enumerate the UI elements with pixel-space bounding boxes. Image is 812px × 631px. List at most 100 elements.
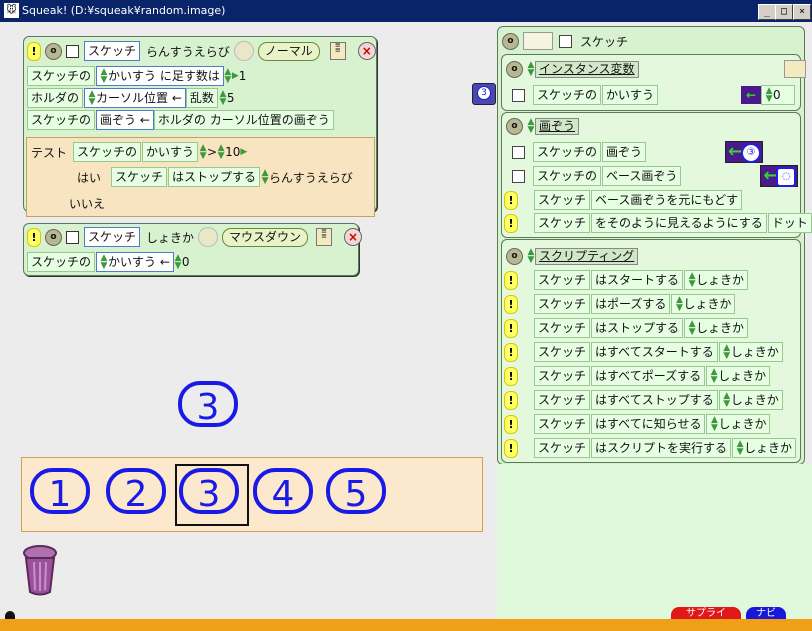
init-prefix[interactable]: スケッチの	[27, 252, 96, 272]
holder-item-1[interactable]: 1	[28, 465, 92, 517]
updown-arrow-icon[interactable]: ▲ ▼	[527, 61, 535, 78]
dismiss-script-icon[interactable]: ×	[344, 228, 363, 246]
assign-arrow-icon[interactable]: ←	[741, 86, 762, 104]
scripting-arg[interactable]: しょきか	[731, 345, 779, 359]
updown-arrow-icon[interactable]: ▲ ▼	[217, 144, 225, 161]
look-object[interactable]: スケッチ	[534, 213, 591, 233]
scripting-arg[interactable]: しょきか	[718, 417, 766, 431]
category-scripting[interactable]: o ▲ ▼ スクリプティング ! スケッチ はスタートする ▲ ▼しょきか ! スケ…	[501, 239, 801, 463]
yes-action[interactable]: はストップする	[168, 167, 261, 187]
line3-op[interactable]: ホルダの カーソル位置の画ぞう	[153, 110, 334, 130]
run-once-icon[interactable]: !	[504, 318, 518, 338]
updown-arrow-icon[interactable]: ▲ ▼	[261, 169, 269, 186]
test-cmp[interactable]: >	[207, 145, 217, 159]
line3-field[interactable]: 画ぞう	[100, 113, 136, 127]
scripting-arg[interactable]: しょきか	[696, 321, 744, 335]
init-field[interactable]: かいすう	[108, 255, 156, 269]
updown-arrow-icon[interactable]: ▲ ▼	[710, 368, 718, 385]
category-title[interactable]: インスタンス変数	[535, 60, 639, 78]
viewer-thumbnail[interactable]	[523, 32, 553, 50]
line1-op[interactable]: に足す数は	[160, 69, 220, 83]
image-object[interactable]: スケッチの	[533, 142, 602, 162]
collapse-checkbox[interactable]	[66, 230, 79, 244]
scripting-object[interactable]: スケッチ	[534, 318, 591, 338]
scripting-action[interactable]: はポーズする	[591, 294, 671, 314]
scripting-object[interactable]: スケッチ	[534, 414, 591, 434]
updown-arrow-icon[interactable]: ▲ ▼	[688, 320, 696, 337]
scripting-action[interactable]: はスタートする	[591, 270, 684, 290]
script-name[interactable]: らんすうえらび	[146, 43, 230, 60]
updown-arrow-icon[interactable]: ▲ ▼	[765, 87, 773, 104]
category-title[interactable]: スクリプティング	[535, 247, 639, 265]
restore-object[interactable]: スケッチ	[534, 190, 591, 210]
line2-field[interactable]: カーソル位置	[96, 91, 168, 105]
var-value[interactable]: 0	[773, 88, 781, 102]
var-object[interactable]: スケッチの	[533, 85, 602, 105]
close-button[interactable]: ×	[793, 4, 811, 20]
run-once-icon[interactable]: !	[504, 414, 518, 434]
scripting-action[interactable]: はすべてポーズする	[591, 366, 706, 386]
scripting-object[interactable]: スケッチ	[534, 270, 591, 290]
scripting-arg[interactable]: しょきか	[744, 441, 792, 455]
line2-op[interactable]: 乱数	[185, 88, 218, 108]
line1-field[interactable]: かいすう	[108, 69, 156, 83]
yes-script[interactable]: らんすうえらび	[269, 169, 353, 186]
run-once-icon[interactable]: !	[27, 41, 41, 61]
run-once-icon[interactable]: !	[504, 390, 518, 410]
menu-circle-icon[interactable]: o	[45, 42, 62, 60]
sketch-numeral[interactable]: 3	[176, 378, 240, 430]
image-value-icon[interactable]: ← ③	[725, 141, 764, 163]
scripting-action[interactable]: はすべてストップする	[591, 390, 718, 410]
yes-object[interactable]: スケッチ	[111, 167, 168, 187]
updown-arrow-icon[interactable]: ▲ ▼	[527, 118, 535, 135]
clock-icon[interactable]	[198, 227, 219, 247]
scripting-action[interactable]: はすべてに知らせる	[591, 414, 706, 434]
test-block[interactable]: テスト スケッチの かいすう ▲ ▼ > ▲ ▼ 10 ▶ はい スケッチ はストップする…	[26, 137, 375, 217]
updown-arrow-icon[interactable]: ▲ ▼	[174, 254, 182, 271]
script-name[interactable]: しょきか	[146, 229, 194, 246]
base-image-object[interactable]: スケッチの	[533, 166, 602, 186]
init-value[interactable]: 0	[182, 255, 190, 269]
restore-action[interactable]: ベース画ぞうを元にもどす	[591, 190, 743, 210]
updown-arrow-icon[interactable]: ▲ ▼	[527, 248, 535, 265]
category-instance-variables[interactable]: o ▲ ▼ インスタンス変数 スケッチの かいすう ← ▲ ▼0	[501, 54, 806, 111]
category-image[interactable]: o ▲ ▼ 画ぞう スケッチの 画ぞう ← ③ スケッチの ベース画ぞう ← ◌ ! …	[501, 112, 812, 238]
script-menu-icon[interactable]: ≡ ≡	[329, 42, 346, 60]
menu-circle-icon[interactable]: o	[45, 228, 62, 246]
run-once-icon[interactable]: !	[504, 366, 518, 386]
updown-arrow-icon[interactable]: ▲ ▼	[219, 90, 227, 107]
scripting-object[interactable]: スケッチ	[534, 294, 591, 314]
holder-item-4[interactable]: 4	[251, 465, 315, 517]
updown-arrow-icon[interactable]: ▲ ▼	[100, 254, 108, 271]
squeak-app-icon[interactable]: 🐭	[4, 3, 19, 18]
scripting-arg[interactable]: しょきか	[683, 297, 731, 311]
scripting-action[interactable]: はスクリプトを実行する	[591, 438, 732, 458]
clock-icon[interactable]	[233, 41, 254, 61]
dismiss-script-icon[interactable]: ×	[357, 42, 376, 60]
viewer-menu-icon[interactable]: o	[502, 32, 519, 50]
run-once-icon[interactable]: !	[504, 213, 518, 233]
scripting-arg[interactable]: しょきか	[718, 369, 766, 383]
scripting-arg[interactable]: しょきか	[696, 273, 744, 287]
trigger-button[interactable]: ノーマル	[257, 41, 320, 61]
script-editor-random[interactable]: ! o スケッチ らんすうえらび ノーマル ≡ ≡ × スケッチの ▲ ▼かいすう …	[23, 36, 377, 217]
updown-arrow-icon[interactable]: ▲ ▼	[688, 272, 696, 289]
line2-prefix[interactable]: ホルダの	[27, 88, 84, 108]
scripting-action[interactable]: はストップする	[591, 318, 684, 338]
updown-arrow-icon[interactable]: ▲ ▼	[224, 68, 232, 85]
viewer-pane[interactable]: o スケッチ o ▲ ▼ インスタンス変数 スケッチの かいすう ← ▲ ▼0 o …	[497, 26, 812, 465]
scripting-action[interactable]: はすべてスタートする	[591, 342, 718, 362]
updown-arrow-icon[interactable]: ▲ ▼	[88, 90, 96, 107]
category-menu-icon[interactable]: o	[506, 60, 523, 78]
viewer-flap-tab[interactable]: 3	[472, 83, 496, 105]
maximize-button[interactable]: □	[775, 4, 793, 20]
look-action[interactable]: をそのように見えるようにする	[591, 213, 767, 233]
holder-item-5[interactable]: 5	[324, 465, 388, 517]
scripting-arg[interactable]: しょきか	[731, 393, 779, 407]
category-menu-icon[interactable]: o	[506, 117, 523, 135]
var-field[interactable]: かいすう	[602, 85, 659, 105]
test-prefix[interactable]: スケッチの	[73, 142, 142, 162]
add-variable-icon[interactable]	[784, 60, 806, 78]
run-once-icon[interactable]: !	[504, 342, 518, 362]
scripting-object[interactable]: スケッチ	[534, 342, 591, 362]
